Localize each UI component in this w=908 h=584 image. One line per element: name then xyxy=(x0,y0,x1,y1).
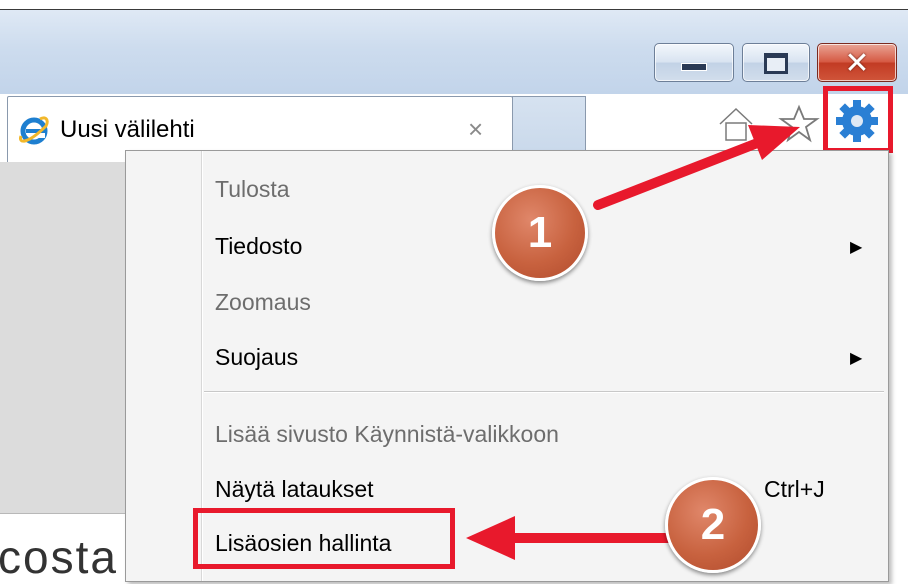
close-window-button[interactable]: ✕ xyxy=(817,43,897,82)
step-callout-1: 1 xyxy=(492,185,588,281)
menu-item-add-site: Lisää sivusto Käynnistä-valikkoon xyxy=(215,421,559,447)
step-callout-2: 2 xyxy=(665,477,761,573)
page-divider xyxy=(0,513,125,514)
page-partial-text: costa xyxy=(0,531,118,583)
addons-highlight-box xyxy=(193,508,455,569)
minimize-button[interactable] xyxy=(654,43,734,82)
page-side-panel xyxy=(0,162,125,514)
top-border xyxy=(0,0,908,10)
menu-item-suojaus[interactable]: Suojaus xyxy=(215,344,298,371)
tab-close-icon[interactable]: × xyxy=(468,114,483,145)
menu-separator-highlight xyxy=(204,392,884,393)
submenu-arrow-icon: ▶ xyxy=(850,239,863,256)
close-icon: ✕ xyxy=(844,47,870,80)
ie-icon xyxy=(19,116,49,145)
gear-icon[interactable] xyxy=(834,98,880,144)
menu-item-zoomaus: Zoomaus xyxy=(215,289,311,315)
menu-item-tiedosto[interactable]: Tiedosto xyxy=(215,233,302,260)
maximize-button[interactable] xyxy=(742,43,810,82)
minimize-icon xyxy=(681,63,707,71)
home-icon[interactable] xyxy=(716,104,756,144)
title-bar: ✕ xyxy=(0,10,908,94)
tab-label: Uusi välilehti xyxy=(60,116,195,143)
menu-item-show-downloads[interactable]: Näytä lataukset xyxy=(215,476,374,503)
shortcut-label: Ctrl+J xyxy=(764,476,825,502)
submenu-arrow-icon: ▶ xyxy=(850,350,863,367)
star-icon[interactable] xyxy=(778,104,820,144)
step-callout-number: 2 xyxy=(700,500,726,549)
menu-item-tulosta: Tulosta xyxy=(215,176,290,202)
maximize-icon xyxy=(764,53,788,74)
step-callout-number: 1 xyxy=(527,208,553,257)
